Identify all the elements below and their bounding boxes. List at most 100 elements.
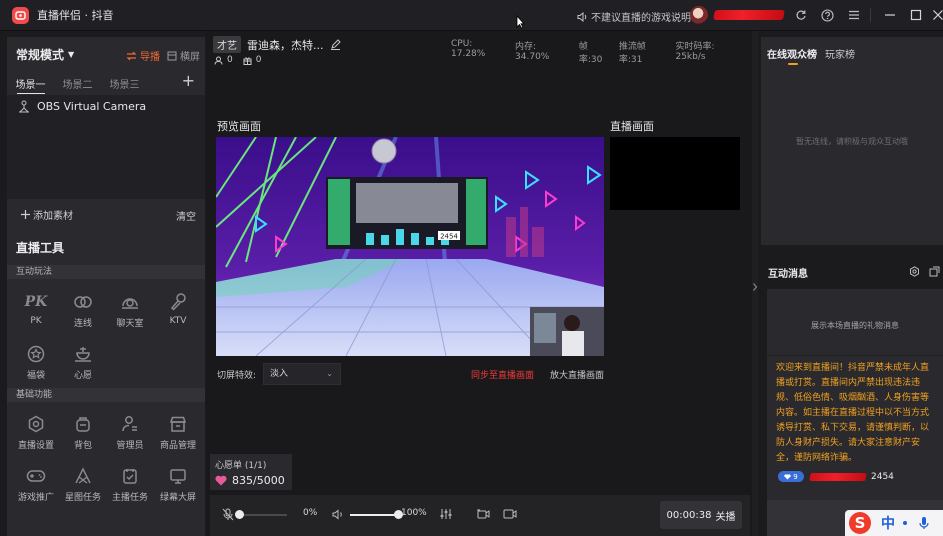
clear-button[interactable]: 清空 [176, 208, 196, 223]
collapse-arrow-icon[interactable] [752, 282, 758, 292]
tool-label: 星图任务 [64, 493, 101, 503]
tool-label: 福袋 [26, 371, 45, 381]
preview-canvas[interactable]: 2454 [216, 137, 604, 356]
tool-products[interactable]: 商品管理 [155, 413, 201, 453]
tool-label: 主播任务 [111, 493, 148, 503]
tool-link[interactable]: 连线 [60, 291, 106, 331]
tab-player-ranking[interactable]: 玩家榜 [825, 46, 855, 61]
guide-label: 导播 [140, 52, 160, 63]
lucky-bag-icon [24, 343, 48, 365]
add-scene-button[interactable]: + [182, 73, 195, 89]
edit-icon[interactable] [330, 39, 341, 50]
speaker-icon[interactable] [330, 506, 346, 522]
user-avatar[interactable] [690, 6, 708, 24]
tool-pk[interactable]: PK PK [13, 291, 59, 331]
mic-percent: 0% [303, 508, 318, 518]
tab-scene-1[interactable]: 场景一 [7, 76, 54, 91]
app-window: 直播伴侣 · 抖音 不建议直播的游戏说明 常规模式 ▼ 导播 横屏 场景一 场景… [0, 0, 943, 536]
end-live-label: 关播 [715, 511, 736, 523]
switch-effect-value: 淡入 [270, 369, 289, 379]
chevron-down-icon: ⌄ [326, 369, 333, 378]
welcome-notice: 欢迎来到直播间！抖音严禁未成年人直播或打赏。直播间内严禁出现违法违规、低俗色情、… [776, 363, 930, 463]
enlarge-live-link[interactable]: 放大直播画面 [550, 368, 604, 381]
message-settings-icon[interactable] [909, 266, 920, 277]
live-timer: 00:00:38 [666, 509, 712, 521]
tool-admin[interactable]: 管理员 [107, 413, 153, 453]
speaker-percent: 100% [401, 508, 427, 518]
tool-ktv[interactable]: KTV [155, 291, 201, 331]
mixer-icon[interactable] [438, 506, 454, 522]
memory-stat: 内存: 34.70% [515, 42, 550, 62]
switch-effect-select[interactable]: 淡入 ⌄ [263, 363, 341, 385]
video-icon[interactable] [502, 506, 518, 522]
app-title: 直播伴侣 · 抖音 [37, 9, 114, 22]
fps-stat: 帧率:30 [578, 42, 603, 65]
wish-list-title: 心愿单 (1/1) [215, 461, 267, 471]
category-tag[interactable]: 才艺 [213, 36, 241, 53]
end-live-button[interactable]: 00:00:38 关播 [660, 501, 742, 529]
tool-live-settings[interactable]: 直播设置 [13, 413, 59, 453]
refresh-icon[interactable] [794, 8, 808, 22]
landscape-button[interactable]: 横屏 [167, 48, 200, 63]
section-interactive: 互动玩法 [7, 265, 205, 279]
tool-label: 心愿 [73, 371, 92, 381]
tools-title: 直播工具 [16, 241, 65, 255]
camera-switch-icon[interactable] [475, 506, 491, 522]
tool-luckybag[interactable]: 福袋 [13, 343, 59, 383]
gamepad-icon [24, 465, 48, 487]
add-source-row: 添加素材 清空 [7, 203, 205, 225]
add-source-button[interactable]: 添加素材 [33, 207, 73, 222]
tool-wish[interactable]: 心愿 [60, 343, 106, 383]
tool-backpack[interactable]: 背包 [60, 413, 106, 453]
mic-muted-icon[interactable] [220, 506, 236, 522]
source-item[interactable]: OBS Virtual Camera [17, 100, 146, 113]
punctuation-icon[interactable] [903, 521, 907, 525]
game-warning-link[interactable]: 不建议直播的游戏说明 [577, 9, 691, 24]
sogou-logo-icon: S [849, 512, 871, 534]
help-icon[interactable] [820, 8, 834, 22]
landscape-label: 横屏 [180, 52, 200, 63]
close-icon[interactable] [931, 8, 943, 22]
tab-scene-2[interactable]: 场景二 [54, 76, 101, 91]
tool-anchor-tasks[interactable]: 主播任务 [107, 465, 153, 505]
voice-input-icon[interactable] [919, 516, 929, 530]
gifts-count: 0 [255, 55, 262, 65]
messages-title: 互动消息 [768, 269, 808, 280]
tool-green-screen[interactable]: 绿幕大屏 [155, 465, 201, 505]
tool-label: PK [30, 316, 42, 326]
tool-label: 商品管理 [159, 441, 196, 451]
username-redacted [713, 10, 785, 20]
section-basic: 基础功能 [7, 388, 205, 402]
tool-chatroom[interactable]: 聊天室 [107, 291, 153, 331]
wish-list-panel[interactable]: 心愿单 (1/1) 835/5000 [210, 454, 292, 490]
minimize-icon[interactable] [883, 8, 897, 22]
live-label: 直播画面 [610, 120, 654, 133]
active-tab-indicator [788, 63, 798, 65]
tool-label: 游戏推广 [17, 493, 54, 503]
backpack-icon [71, 413, 95, 435]
tool-label: 连线 [73, 319, 92, 329]
tool-star-tasks[interactable]: 星图任务 [60, 465, 106, 505]
left-panel: 常规模式 ▼ 导播 横屏 场景一 场景二 场景三 + OBS Virtual C… [7, 37, 205, 536]
speaker-volume-slider[interactable] [350, 510, 403, 519]
menu-icon[interactable] [847, 8, 861, 22]
pk-icon: PK [24, 294, 48, 310]
guide-button[interactable]: 导播 [126, 48, 160, 63]
tool-game-promo[interactable]: 游戏推广 [13, 465, 59, 505]
active-tab-indicator [17, 93, 45, 94]
plus-icon [21, 210, 30, 219]
message-row: 9 2454 [778, 471, 894, 482]
fan-level-badge: 9 [778, 471, 804, 482]
heart-gift-icon [215, 475, 227, 486]
tab-scene-3[interactable]: 场景三 [101, 76, 148, 91]
app-logo-icon [12, 6, 29, 24]
maximize-icon[interactable] [909, 8, 923, 22]
viewer-ranking-panel: 在线观众榜 玩家榜 暂无连线，请积极与观众互动哦 [761, 37, 943, 245]
popout-icon[interactable] [929, 266, 940, 277]
mic-volume-slider[interactable] [234, 510, 287, 519]
tab-online-viewers[interactable]: 在线观众榜 [767, 46, 817, 61]
ime-language[interactable]: 中 [881, 513, 895, 533]
sync-to-live-link[interactable]: 同步至直播画面 [471, 368, 534, 381]
mic-slider-knob[interactable] [234, 510, 244, 519]
ime-toolbar[interactable]: S 中 [845, 510, 943, 536]
